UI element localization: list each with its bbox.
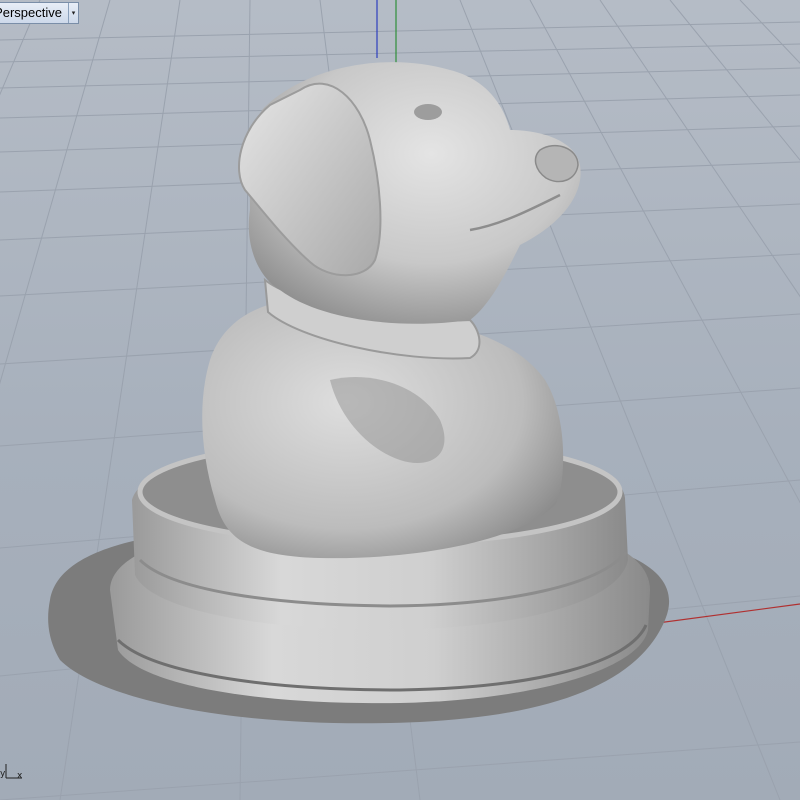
viewport-canvas[interactable] — [0, 0, 800, 800]
axis-label-x: x — [17, 771, 23, 781]
viewport-title[interactable]: Perspective — [0, 3, 68, 23]
perspective-viewport[interactable]: Perspective ▾ x y — [0, 0, 800, 800]
viewport-title-tab[interactable]: Perspective ▾ — [0, 2, 79, 24]
triangle-down-icon[interactable]: ▾ — [68, 3, 78, 23]
dog-bust-model[interactable] — [48, 62, 670, 724]
axis-label-y: y — [0, 769, 6, 779]
xyz-axes-icon: x y — [0, 760, 30, 790]
dog-eye — [414, 104, 442, 120]
